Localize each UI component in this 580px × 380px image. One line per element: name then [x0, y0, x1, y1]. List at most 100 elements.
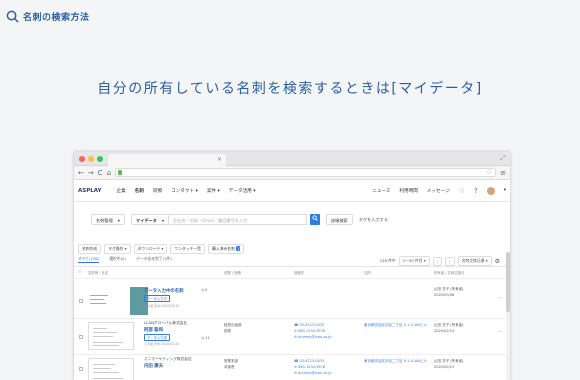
help-icon[interactable]: ?: [474, 187, 478, 195]
nav-item-colleagues[interactable]: 同僚: [153, 188, 162, 194]
row-checkbox[interactable]: [79, 335, 83, 339]
col-owner[interactable]: 所有者 / 名刺交換日: [434, 270, 464, 275]
reload-icon[interactable]: C: [98, 169, 103, 177]
card-date: 2020/02/13: [434, 365, 455, 369]
next-page-button[interactable]: ›: [445, 256, 455, 266]
search-row: 名刺管理 ▾ マイデータ ▾ 会社名・名前・Email・電話番号を入力 詳細検索…: [91, 214, 388, 225]
help-title-text: 名刺の検索方法: [23, 13, 90, 23]
nav-item-deals[interactable]: 案件 ▾: [207, 188, 220, 194]
expand-icon[interactable]: ⤢: [500, 154, 506, 163]
prev-page-button[interactable]: ‹: [432, 256, 443, 266]
tabs-divider: [74, 266, 510, 267]
address-bar[interactable]: ☆: [115, 168, 497, 177]
help-title: 名刺の検索方法: [6, 10, 90, 23]
card-meta: 入力者 田中 2020/02/15: [144, 342, 180, 346]
nav-link-messages[interactable]: メッセージ: [427, 188, 450, 194]
table-row[interactable]: ミニマーケティング株式会社 内田 康夫 営業本部 本部長 ☎ 03-6723-0…: [74, 354, 510, 380]
nav-item-cards[interactable]: 名刺: [135, 188, 144, 194]
card-image[interactable]: [88, 322, 134, 350]
status-badge: データ入力済: [144, 334, 170, 341]
nav-item-contacts[interactable]: コンタクト ▾: [171, 188, 198, 194]
card-phone[interactable]: ☎ 03-6723-0033: [294, 323, 324, 327]
card-fax[interactable]: ✆ 080-1234-5678: [294, 365, 325, 369]
bookmark-star-icon[interactable]: ☆: [486, 168, 492, 176]
nav-item-companies[interactable]: 企業: [116, 188, 125, 194]
row-checkbox[interactable]: [79, 367, 83, 371]
detail-search-button[interactable]: 詳細検索: [325, 214, 353, 225]
back-icon[interactable]: ←: [78, 169, 84, 177]
headline: 自分の所有している名刺を検索するときは[マイデータ]: [97, 81, 483, 97]
card-dept: 経営企画部: [224, 323, 242, 327]
app-nav: ASPLAY 企業 名刺 同僚 コンタクト ▾ 案件 ▾ データ活用 ▾ ニュー…: [74, 180, 510, 202]
list-tabs: すべて(158) 選択中(0) データ化未完了(1件): [78, 256, 172, 263]
nav-item-data[interactable]: データ活用 ▾: [229, 188, 256, 194]
download-button[interactable]: ダウンロード ▾: [133, 244, 168, 254]
card-date: 2020/03/06: [434, 293, 455, 297]
search-button[interactable]: [309, 214, 320, 225]
card-company: LCANグローバル株式会社: [144, 321, 188, 325]
user-menu-caret-icon[interactable]: ▾: [504, 188, 506, 193]
card-company: ミニマーケティング株式会社: [144, 357, 192, 361]
create-card-button[interactable]: 名刺作成: [78, 244, 102, 254]
scrollbar[interactable]: [506, 252, 510, 380]
table-row[interactable]: データ入力中の名刺 データ入力中 入力者 田中 2020/03/10 ◷ 0 山…: [74, 278, 510, 318]
col-address[interactable]: 住所: [364, 270, 371, 275]
browser-window: × ⤢ ← → C ⌂ ☆ ≡ ASPLAY 企業 名刺 同僚 コンタクト ▾ …: [74, 152, 510, 380]
page-range-select[interactable]: 1〜30 件目 ▾: [398, 256, 430, 266]
table-row[interactable]: LCANグローバル株式会社 阿部 聡和 データ入力済 入力者 田中 2020/0…: [74, 318, 510, 354]
home-icon[interactable]: ⌂: [107, 169, 111, 177]
card-fax[interactable]: ✆ 080-1234-5678: [294, 329, 325, 333]
card-address[interactable]: 東京都渋谷区渋谷二丁目 9-1 LCANビル: [364, 359, 427, 364]
nav-link-news[interactable]: ニュース: [372, 188, 390, 194]
card-email[interactable]: ✉ dummy@lcan.co.jp: [294, 335, 332, 339]
count-badge: 1: [235, 246, 241, 251]
row-checkbox[interactable]: [79, 299, 83, 303]
card-name[interactable]: データ入力中の名刺: [144, 288, 184, 294]
card-phone[interactable]: ☎ 03-6723-0033: [294, 359, 324, 363]
bell-icon[interactable]: ♢: [459, 187, 465, 195]
purchased-cards-button[interactable]: 購入済み名刺 1: [207, 244, 245, 254]
card-email[interactable]: ✉ dummy@lcan.co.jp: [294, 371, 332, 375]
status-badge: データ入力中: [144, 295, 170, 302]
tab-all[interactable]: すべて(158): [78, 256, 100, 263]
list-toolbar: 名刺作成 タグ操作 ▾ ダウンロード ▾ ワンタッチ一覧 購入済み名刺 1: [78, 244, 245, 254]
card-type-select[interactable]: 名刺管理 ▾: [91, 214, 125, 225]
one-touch-list-button[interactable]: ワンタッチ一覧: [170, 244, 205, 254]
col-dept[interactable]: 部署 / 役職: [224, 270, 241, 275]
search-input[interactable]: 会社名・名前・Email・電話番号を入力: [168, 214, 307, 225]
row-menu-icon[interactable]: ⋯: [497, 295, 502, 301]
tag-action-button[interactable]: タグ操作 ▾: [104, 244, 131, 254]
scrollbar-thumb[interactable]: [506, 252, 510, 312]
card-image[interactable]: [88, 287, 148, 315]
tag-select[interactable]: タグを入力する: [359, 217, 388, 223]
avatar[interactable]: [486, 186, 495, 195]
tab-selected[interactable]: 選択中(0): [109, 256, 126, 263]
card-name[interactable]: 内田 康夫: [144, 363, 163, 369]
tab-incomplete[interactable]: データ化未完了(1件): [136, 256, 172, 263]
select-all-checkbox[interactable]: ☐: [78, 270, 81, 274]
card-image[interactable]: [88, 358, 134, 380]
card-address[interactable]: 東京都渋谷区渋谷二丁目 9-1 LCANビル: [364, 323, 427, 328]
close-window-button[interactable]: [79, 156, 85, 162]
card-owner: 山田 花子 (所有者): [434, 323, 464, 327]
browser-tab[interactable]: ×: [108, 154, 226, 166]
nav-link-usage[interactable]: 利用時間: [399, 188, 417, 194]
scope-select[interactable]: マイデータ ▾: [130, 214, 169, 225]
search-icon: [6, 10, 19, 23]
browser-urlbar: ← → C ⌂ ☆ ≡: [74, 166, 510, 180]
lock-icon: [118, 170, 123, 175]
settings-icon[interactable]: ⚙: [495, 258, 500, 265]
forward-icon[interactable]: →: [88, 169, 94, 177]
col-name[interactable]: 名前等 / 社名: [88, 270, 108, 275]
col-phone[interactable]: 連絡先: [294, 270, 304, 275]
browser-titlebar: × ⤢: [74, 152, 510, 166]
app-logo[interactable]: ASPLAY: [78, 188, 101, 194]
row-menu-icon[interactable]: ⋯: [497, 329, 502, 335]
minimize-window-button[interactable]: [88, 156, 94, 162]
zoom-window-button[interactable]: [97, 156, 103, 162]
card-role: 本部長: [224, 365, 235, 369]
browser-menu-icon[interactable]: ≡: [500, 169, 506, 177]
close-tab-icon[interactable]: ×: [217, 156, 222, 163]
sort-select[interactable]: 名刺交換日順 ▾: [457, 256, 492, 266]
card-name[interactable]: 阿部 聡和: [144, 327, 163, 333]
